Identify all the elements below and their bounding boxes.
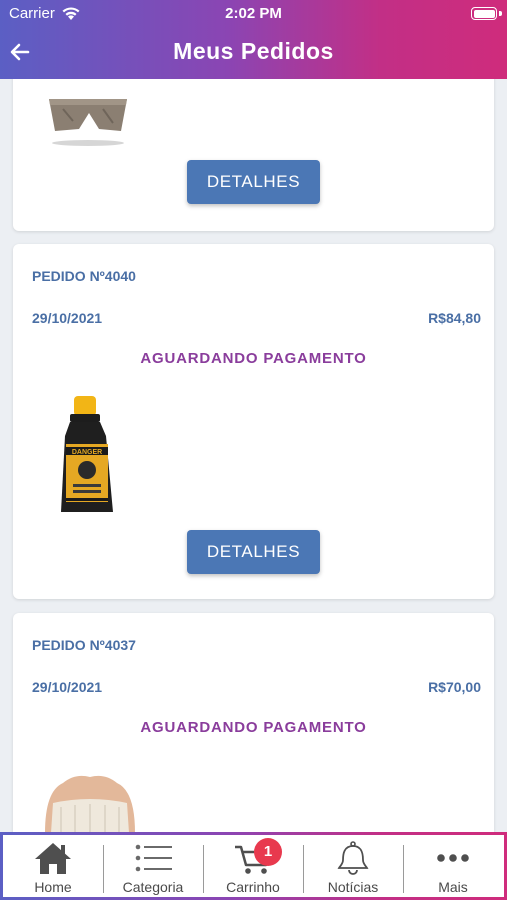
product-image-body-binder: [45, 775, 135, 833]
status-bar: Carrier 2:02 PM: [0, 0, 507, 28]
product-image-shorts: [49, 99, 127, 146]
tab-carrinho-label: Carrinho: [226, 879, 280, 895]
order-date: 29/10/2021: [32, 679, 103, 695]
home-icon: [35, 843, 71, 874]
app-header: Carrier 2:02 PM Meus Pedidos: [0, 0, 507, 79]
more-icon: [437, 854, 469, 862]
page-title: Meus Pedidos: [173, 38, 334, 64]
details-button[interactable]: DETALHES: [187, 160, 320, 204]
nav-bar: Meus Pedidos: [0, 28, 507, 79]
order-status: AGUARDANDO PAGAMENTO: [140, 719, 367, 736]
order-number: PEDIDO Nº4037: [32, 637, 136, 653]
list-icon: [135, 844, 172, 872]
tab-noticias[interactable]: Notícias: [303, 835, 403, 897]
order-card: PEDIDO Nº4040 29/10/2021 R$84,80 AGUARDA…: [13, 244, 494, 599]
battery-icon: [471, 7, 497, 20]
cart-count-badge: 1: [254, 838, 282, 866]
status-time: 2:02 PM: [225, 5, 282, 22]
tab-mais[interactable]: Mais: [403, 835, 503, 897]
tab-bar: Home Categoria 1 Carrinho Notícias Mais: [0, 832, 507, 900]
order-total: R$84,80: [428, 310, 481, 326]
bottle-label-text: DANGER: [72, 449, 102, 456]
bell-icon: [337, 841, 369, 875]
tab-mais-label: Mais: [438, 879, 468, 895]
order-date: 29/10/2021: [32, 310, 103, 326]
details-button[interactable]: DETALHES: [187, 530, 320, 574]
tab-noticias-label: Notícias: [327, 879, 379, 895]
tab-home-label: Home: [34, 879, 72, 895]
tab-carrinho[interactable]: 1 Carrinho: [203, 835, 303, 897]
tab-categoria[interactable]: Categoria: [103, 835, 203, 897]
tab-categoria-label: Categoria: [122, 879, 184, 895]
order-card: DETALHES: [13, 79, 494, 231]
orders-list[interactable]: DETALHES PEDIDO Nº4040 29/10/2021 R$84,8…: [0, 79, 507, 833]
product-image-bottle: DANGER: [61, 396, 113, 512]
order-status: AGUARDANDO PAGAMENTO: [140, 350, 367, 367]
order-number: PEDIDO Nº4040: [32, 268, 136, 284]
order-card: PEDIDO Nº4037 29/10/2021 R$70,00 AGUARDA…: [13, 613, 494, 833]
order-total: R$70,00: [428, 679, 481, 695]
tab-home[interactable]: Home: [3, 835, 103, 897]
